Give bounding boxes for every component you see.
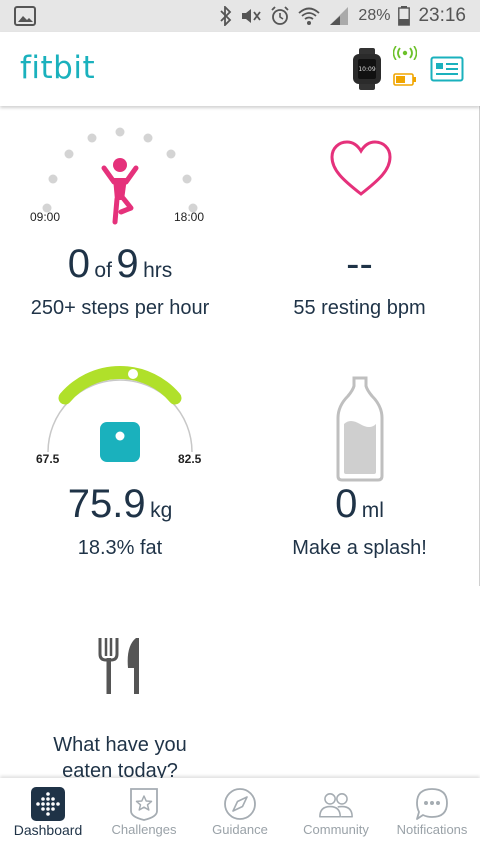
hourly-value: 0 of 9 hrs [67,242,173,286]
hourly-activity-tile[interactable]: 09:00 18:00 0 of 9 hrs 250+ steps per ho… [0,106,241,347]
body-fat: 18.3% fat [77,537,163,559]
empty-tile [240,586,480,778]
stretching-person-icon [101,158,139,225]
challenges-icon [130,788,158,821]
food-tile[interactable]: What have you eaten today? [0,586,241,782]
clock: 23:16 [418,5,466,26]
water-tile[interactable]: 0 ml Make a splash! [240,346,480,587]
device-battery-icon [393,73,416,86]
hourly-end-label: 18:00 [174,210,205,224]
alarm-icon [271,6,290,25]
nav-challenges-label: Challenges [111,822,177,837]
fork-knife-icon [98,638,139,694]
scale-icon [100,422,140,462]
device-watch-icon[interactable]: 10:09 [350,48,384,90]
dashboard-icon [31,787,65,821]
heart-rate-tile[interactable]: -- 55 resting bpm [240,106,480,347]
hourly-start-label: 09:00 [30,210,61,224]
water-value: 0 ml [335,482,384,526]
community-icon [319,793,353,818]
profile-card-icon[interactable] [430,56,464,82]
weight-tile[interactable]: 67.5 82.5 75.9 kg 18.3% fat [0,346,241,587]
water-subtitle: Make a splash! [292,537,427,559]
compass-icon [224,788,256,820]
battery-percent: 28% [358,7,391,24]
cell-signal-icon [330,7,349,25]
nav-challenges[interactable]: Challenges [96,778,192,853]
nav-dashboard-label: Dashboard [13,822,83,838]
resting-bpm: 55 resting bpm [293,297,426,319]
app-header: fitbit 10:09 [0,32,480,106]
water-bottle-icon [336,376,384,482]
nav-guidance[interactable]: Guidance [192,778,288,853]
weight-max-label: 82.5 [178,452,202,466]
battery-icon [398,6,411,26]
nav-notifications-label: Notifications [396,822,468,837]
weight-value: 75.9 kg [67,482,173,526]
hourly-subtitle: 250+ steps per hour [30,297,210,319]
mute-icon [242,9,262,23]
bluetooth-icon [220,6,232,26]
fitbit-logo: fitbit [20,50,96,86]
dashboard-grid: 09:00 18:00 0 of 9 hrs 250+ steps per ho… [0,106,480,782]
nav-community[interactable]: Community [288,778,384,853]
svg-text:10:09: 10:09 [358,66,375,73]
nav-dashboard[interactable]: Dashboard [0,778,96,853]
wifi-icon [298,7,321,25]
sync-signal-icon [393,46,417,60]
gallery-notification-icon [14,6,36,26]
weight-min-label: 67.5 [36,452,60,466]
nav-notifications[interactable]: Notifications [384,778,480,853]
status-bar: 28% 23:16 [0,0,480,32]
bottom-nav: Dashboard Challenges Guidance Community … [0,778,480,853]
notifications-icon [416,788,448,820]
heart-icon [330,140,392,196]
nav-guidance-label: Guidance [212,822,268,837]
nav-community-label: Community [303,822,369,837]
heart-rate-value: -- [346,242,373,286]
food-prompt-line1: What have you [53,734,187,756]
